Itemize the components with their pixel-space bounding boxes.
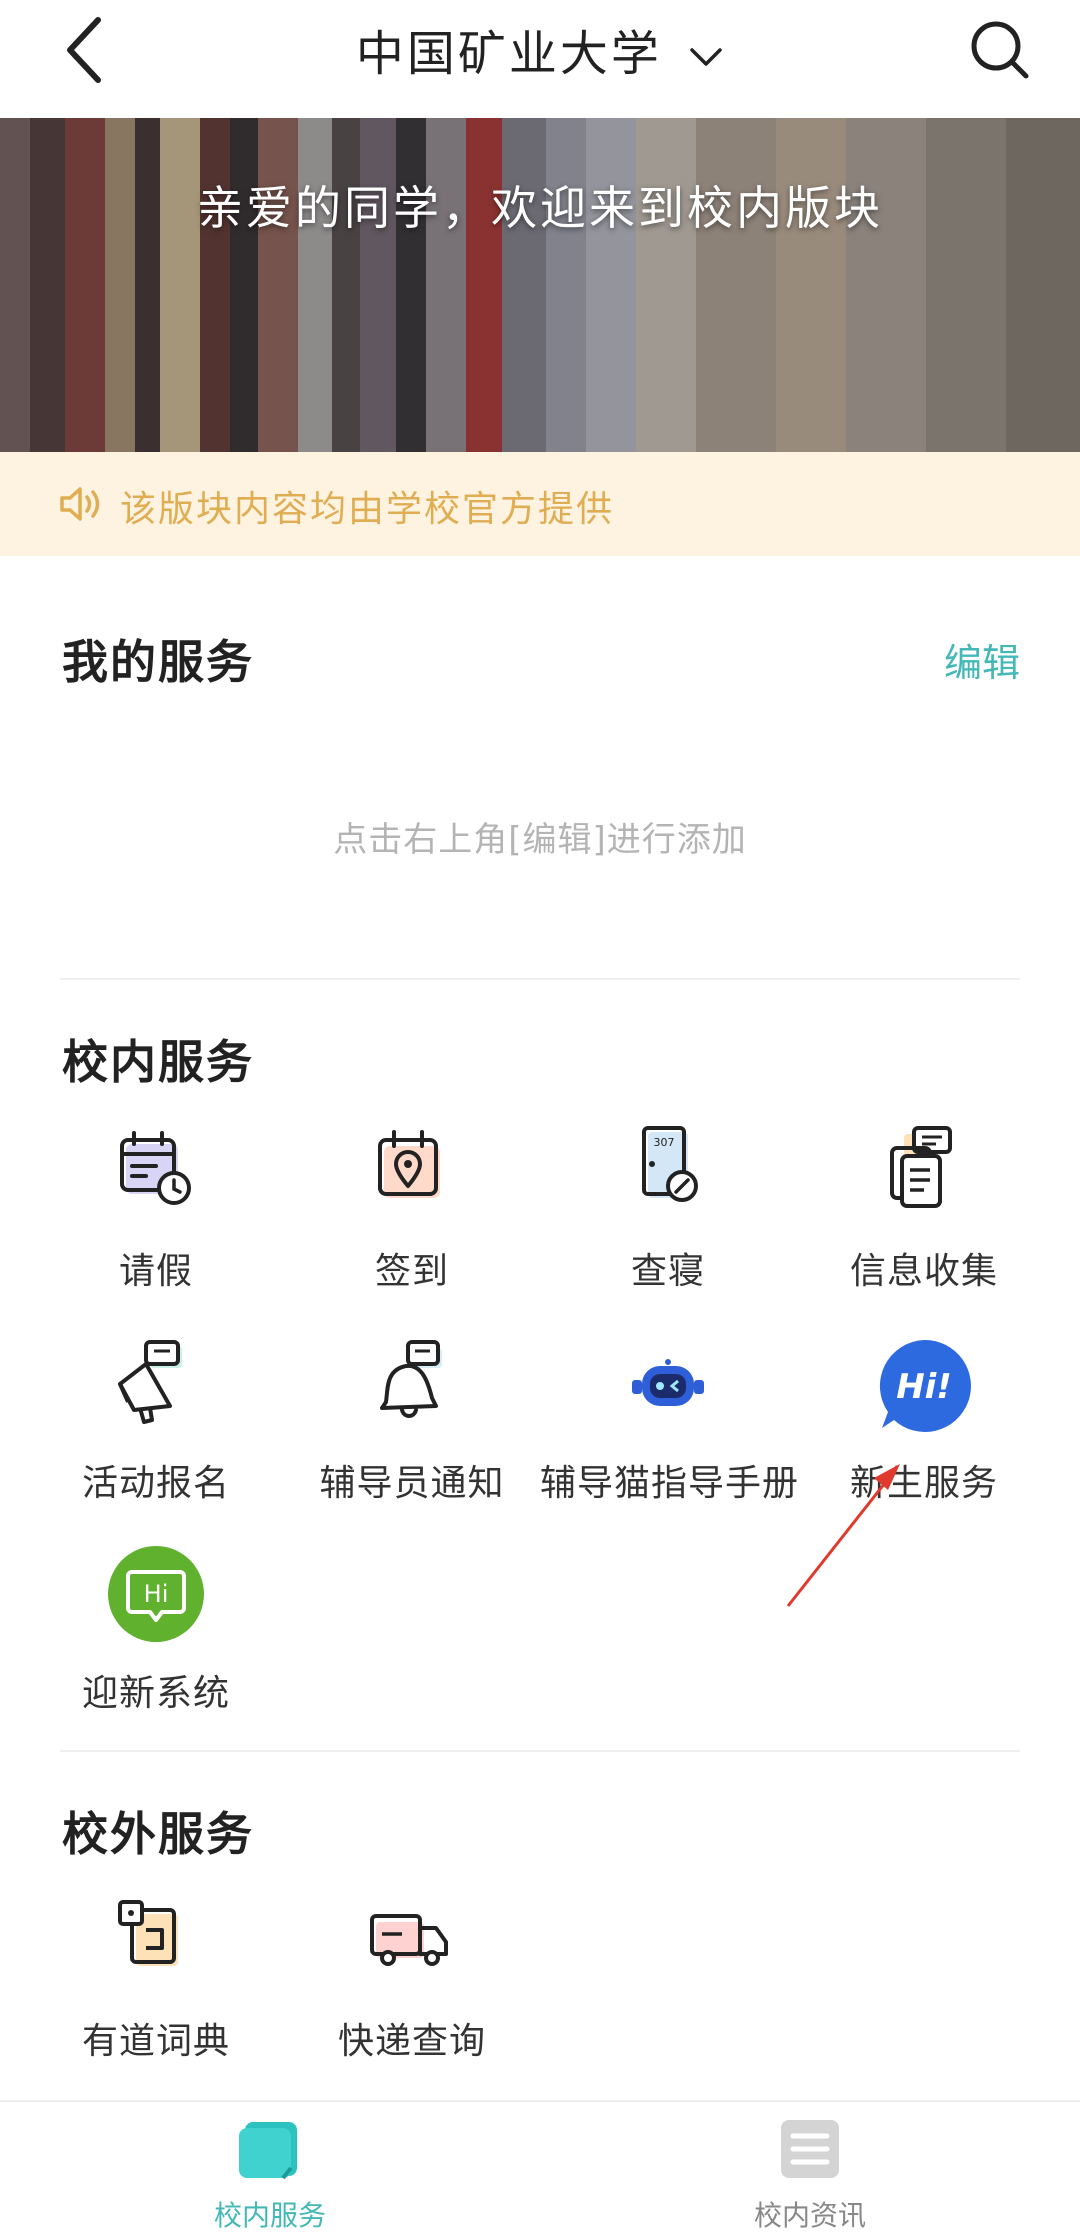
divider	[60, 1750, 1020, 1752]
service-label: 查寝	[630, 1251, 705, 1292]
service-label: 请假	[118, 1251, 193, 1292]
my-services-title: 我的服务	[62, 635, 254, 689]
hi-text: Hi	[144, 1580, 169, 1608]
tab-label: 校内服务	[213, 2199, 326, 2232]
external-services-title: 校外服务	[62, 1807, 254, 1861]
edit-button[interactable]: 编辑	[944, 632, 1020, 687]
service-checkin[interactable]: 签到	[284, 1124, 540, 1324]
bottom-tab-bar: 校内服务 校内资讯	[0, 2100, 1080, 2232]
campus-news-tab-icon	[781, 2120, 839, 2178]
service-counselor-notice[interactable]: 辅导员通知	[284, 1336, 540, 1536]
chevron-down-icon	[690, 48, 722, 66]
service-youdao-dictionary[interactable]: 有道词典	[28, 1894, 284, 2094]
service-info-collect[interactable]: 信息收集	[796, 1124, 1052, 1324]
tab-campus-services[interactable]: 校内服务	[0, 2102, 540, 2232]
speaker-icon	[60, 487, 100, 521]
campus-services-title: 校内服务	[62, 1035, 254, 1089]
service-counselor-cat-handbook[interactable]: 辅导猫指导手册	[540, 1336, 800, 1536]
service-label: 有道词典	[81, 2021, 230, 2062]
search-icon	[971, 21, 1029, 79]
tab-campus-news[interactable]: 校内资讯	[540, 2102, 1080, 2232]
divider	[60, 978, 1020, 980]
service-dorm-check[interactable]: 307 查寝	[540, 1124, 796, 1324]
hi-text: Hi!	[896, 1367, 952, 1407]
hi-bubble-green-icon: Hi	[108, 1546, 204, 1642]
banner-welcome-text: 亲爱的同学，欢迎来到校内版块	[197, 181, 883, 235]
document-chat-icon	[890, 1126, 952, 1208]
tab-label: 校内资讯	[753, 2199, 866, 2232]
empty-hint: 点击右上角[编辑]进行添加	[333, 820, 747, 860]
door-number: 307	[654, 1136, 675, 1149]
service-express-tracking[interactable]: 快递查询	[284, 1894, 540, 2094]
calendar-location-icon	[378, 1130, 440, 1198]
bell-chat-icon	[380, 1340, 442, 1418]
school-selector[interactable]: 中国矿业大学	[0, 14, 1080, 84]
notice-text: 该版块内容均由学校官方提供	[120, 489, 615, 530]
service-label: 签到	[374, 1251, 449, 1292]
service-label: 信息收集	[849, 1251, 998, 1292]
top-bar: 中国矿业大学	[0, 0, 1080, 118]
search-button[interactable]	[960, 10, 1040, 90]
campus-services-tab-icon	[239, 2122, 297, 2180]
service-label: 辅导员通知	[319, 1463, 505, 1504]
service-event-signup[interactable]: 活动报名	[28, 1336, 284, 1536]
service-welcome-system[interactable]: Hi 迎新系统	[28, 1546, 284, 1746]
page-title: 中国矿业大学	[355, 26, 662, 82]
service-label: 快递查询	[337, 2021, 486, 2062]
service-label: 迎新系统	[81, 1673, 230, 1714]
welcome-banner: 亲爱的同学，欢迎来到校内版块	[0, 118, 1080, 452]
service-label: 活动报名	[81, 1463, 230, 1504]
door-edit-icon: 307	[642, 1126, 698, 1202]
service-leave[interactable]: 请假	[28, 1124, 284, 1324]
robot-icon	[632, 1359, 704, 1406]
megaphone-icon	[118, 1340, 182, 1424]
delivery-truck-icon	[370, 1914, 448, 1966]
calendar-clock-icon	[120, 1131, 191, 1205]
notice-bar: 该版块内容均由学校官方提供	[0, 452, 1080, 556]
annotation-arrow	[786, 1464, 900, 1607]
app-screen: 中国矿业大学 亲爱的同学，欢迎来到校内版块 该版块内容均由学校官方提供 我的服务…	[0, 0, 1080, 2232]
dictionary-icon	[118, 1900, 178, 1966]
hi-bubble-blue-icon: Hi!	[879, 1339, 971, 1432]
service-label: 辅导猫指导手册	[540, 1463, 800, 1504]
